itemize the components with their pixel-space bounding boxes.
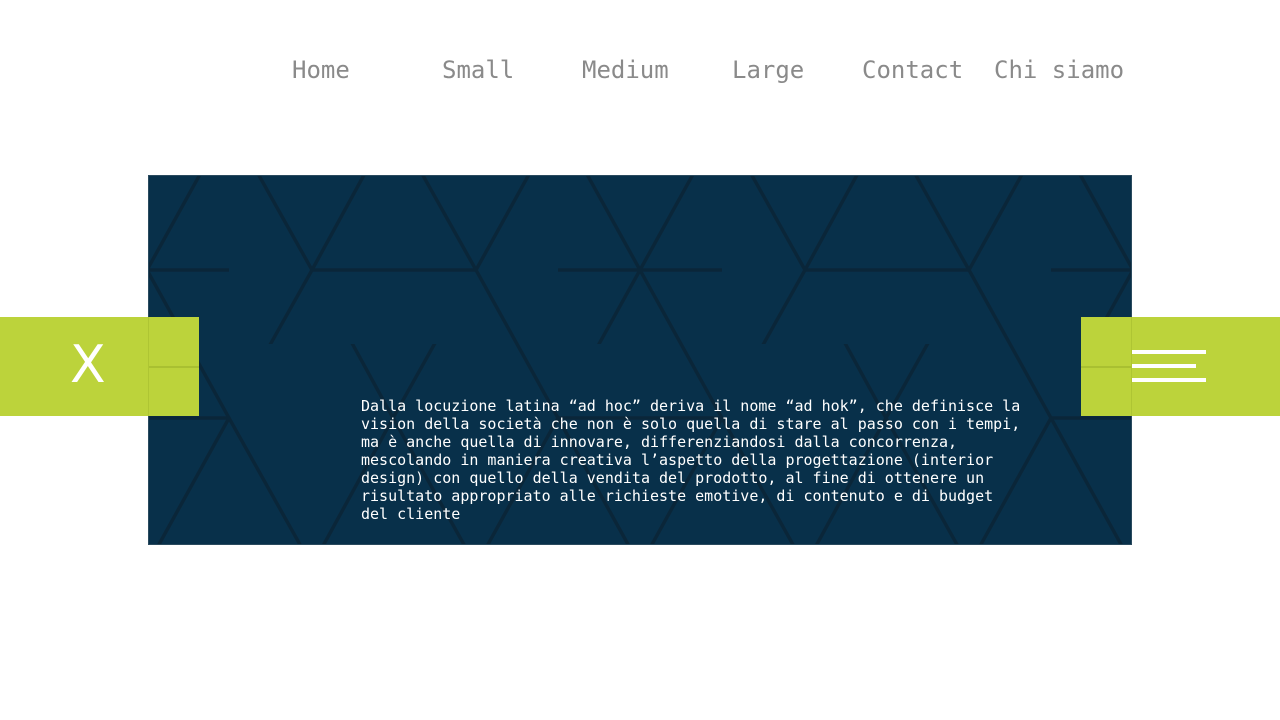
right-box-line	[1081, 366, 1131, 368]
hero-description: Dalla locuzione latina “ad hoc” deriva i…	[361, 397, 1021, 523]
nav-link-small[interactable]: Small	[442, 55, 514, 85]
hamburger-menu-icon[interactable]	[1132, 350, 1206, 382]
nav-link-medium[interactable]: Medium	[582, 55, 669, 85]
menu-button[interactable]	[1081, 317, 1280, 416]
nav-link-large[interactable]: Large	[732, 55, 804, 85]
close-icon[interactable]: X	[70, 335, 106, 395]
close-button[interactable]: X	[0, 317, 199, 416]
nav-link-chi-siamo[interactable]: Chi siamo	[994, 55, 1124, 85]
nav-link-contact[interactable]: Contact	[862, 55, 963, 85]
hero-panel: Dalla locuzione latina “ad hoc” deriva i…	[148, 175, 1132, 545]
nav-link-home[interactable]: Home	[292, 55, 350, 85]
left-box-line	[149, 366, 199, 368]
